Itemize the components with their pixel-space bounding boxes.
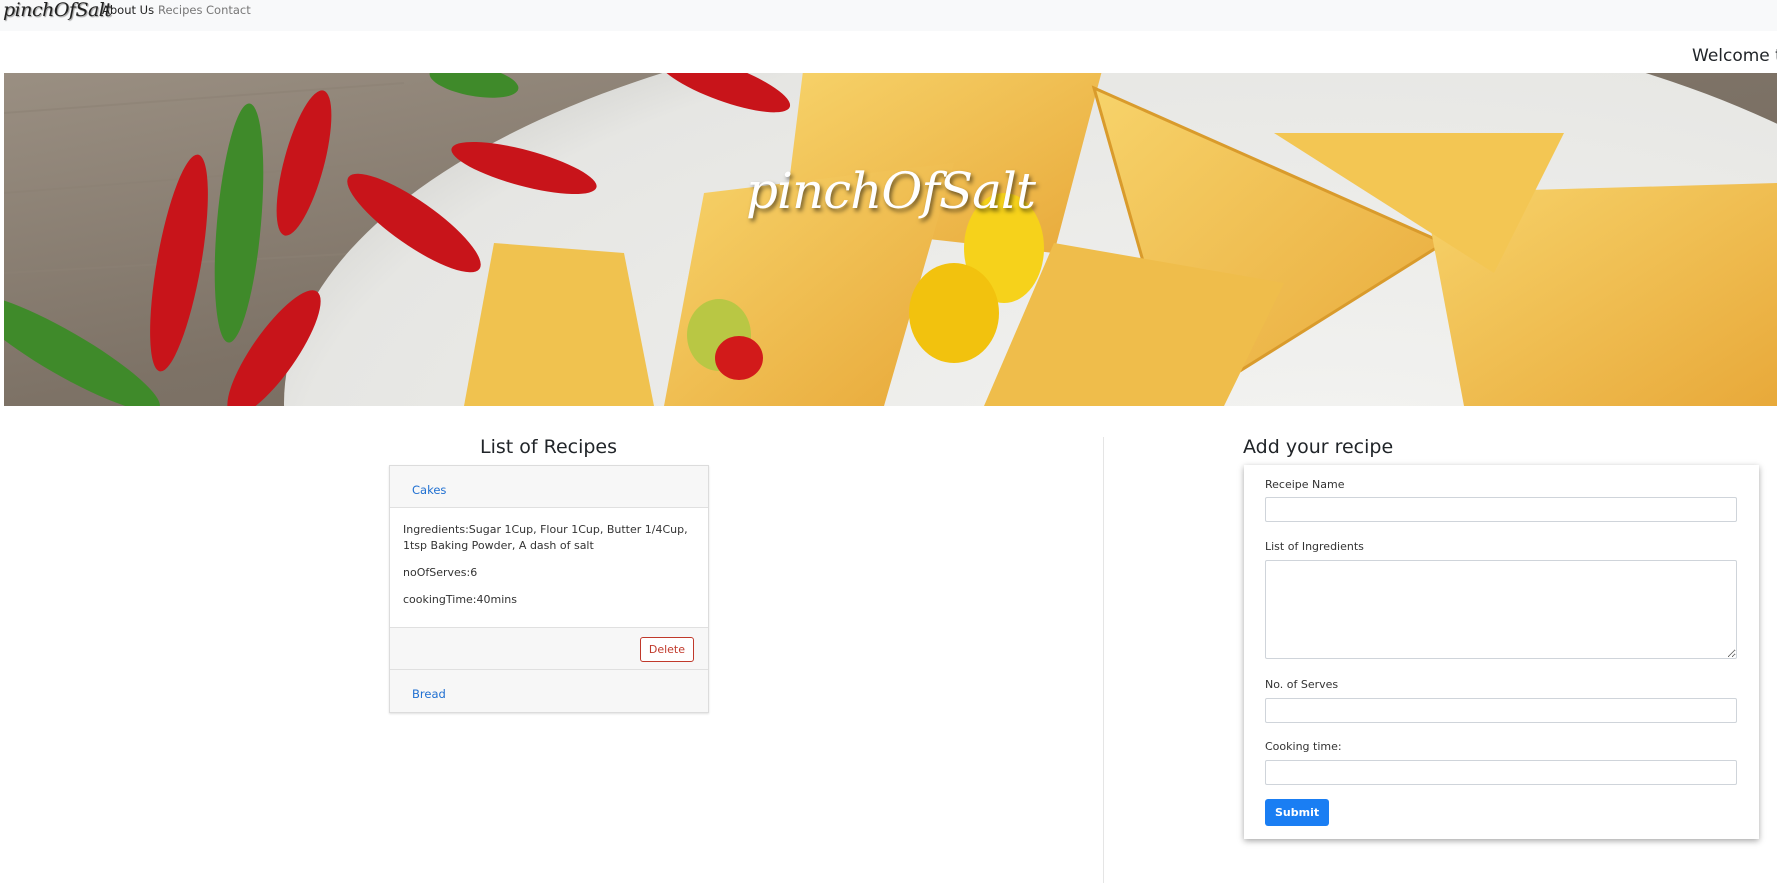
- recipe-card-footer-cakes: Delete: [390, 627, 708, 670]
- brand-logo[interactable]: pinchOfSalt: [3, 0, 112, 21]
- recipe-serves: noOfServes:6: [403, 566, 478, 579]
- serves-label: No. of Serves: [1265, 678, 1339, 691]
- hero-title: pinchOfSalt: [745, 162, 1036, 220]
- nav-link-contact[interactable]: Contact: [206, 3, 251, 17]
- recipe-list-heading: List of Recipes: [479, 436, 618, 458]
- serves-input[interactable]: [1265, 698, 1737, 723]
- recipe-toggle-bread[interactable]: Bread: [412, 687, 446, 701]
- ingredients-label: List of Ingredients: [1265, 540, 1364, 553]
- navbar: pinchOfSalt About Us Recipes Contact: [0, 0, 1777, 31]
- nav-link-recipes[interactable]: Recipes: [158, 3, 202, 17]
- ingredients-textarea[interactable]: [1265, 560, 1737, 659]
- recipe-ingredients: Ingredients:Sugar 1Cup, Flour 1Cup, Butt…: [403, 523, 688, 552]
- column-divider: [1103, 437, 1104, 883]
- nav-link-about-us[interactable]: About Us: [102, 3, 154, 17]
- recipe-card-body-cakes: Ingredients:Sugar 1Cup, Flour 1Cup, Butt…: [390, 508, 708, 627]
- hero-food-image: [4, 73, 1777, 406]
- add-recipe-heading: Add your recipe: [1243, 436, 1394, 458]
- recipe-accordion: Cakes Ingredients:Sugar 1Cup, Flour 1Cup…: [389, 465, 709, 713]
- cooking-time-input[interactable]: [1265, 760, 1737, 785]
- submit-button[interactable]: Submit: [1265, 799, 1330, 826]
- recipe-toggle-cakes[interactable]: Cakes: [412, 483, 446, 497]
- recipe-card-header-bread: Bread: [390, 670, 708, 712]
- add-recipe-form: Receipe Name List of Ingredients No. of …: [1244, 465, 1759, 839]
- recipe-name-input[interactable]: [1265, 497, 1737, 522]
- welcome-text: Welcome t: [1692, 46, 1777, 66]
- recipe-cooking-time: cookingTime:40mins: [403, 593, 517, 606]
- recipe-card-header-cakes: Cakes: [390, 466, 708, 508]
- recipe-name-label: Receipe Name: [1265, 478, 1345, 491]
- cooking-time-label: Cooking time:: [1265, 740, 1342, 753]
- hero-banner: pinchOfSalt: [4, 73, 1777, 406]
- delete-button[interactable]: Delete: [639, 637, 694, 662]
